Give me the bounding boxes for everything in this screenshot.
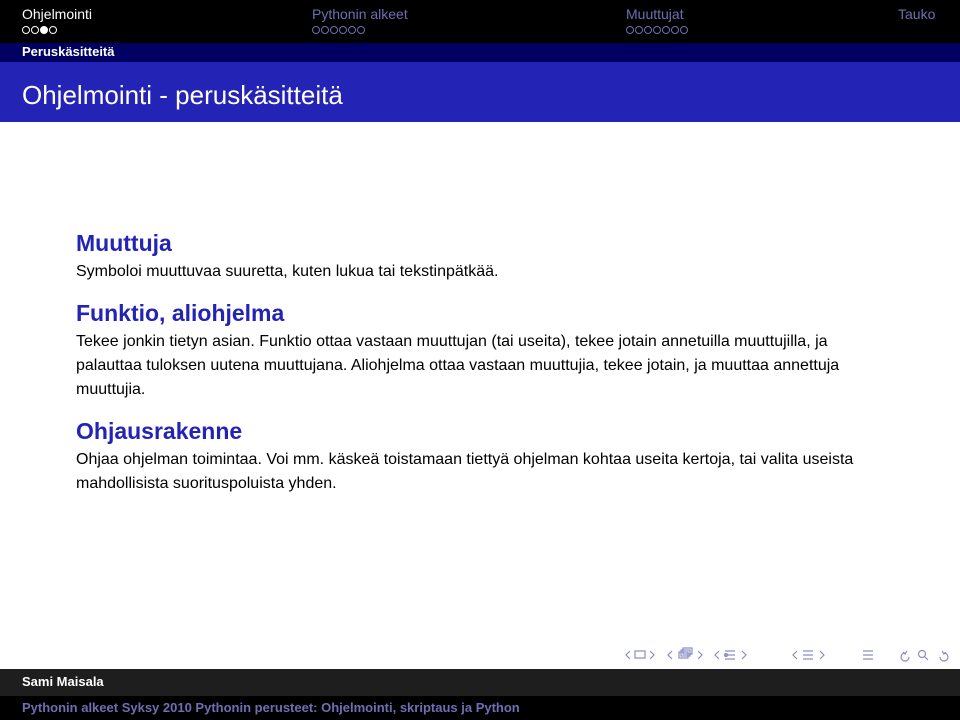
section-icon[interactable] (803, 650, 813, 660)
slide-dot[interactable] (22, 26, 30, 34)
slide-dot[interactable] (644, 26, 652, 34)
previous-section-icon[interactable] (792, 650, 798, 660)
footer-title-bar: Pythonin alkeet Syksy 2010 Pythonin peru… (0, 696, 960, 720)
block-title-funktio: Funktio, aliohjelma (76, 300, 285, 326)
back-icon[interactable] (900, 650, 910, 662)
block-title-muuttuja: Muuttuja (76, 230, 172, 256)
slide-dot[interactable] (671, 26, 679, 34)
frame-title-bar: Ohjelmointi - peruskäsitteitä (0, 62, 960, 122)
previous-frame-icon[interactable] (667, 650, 673, 660)
subsection-bar: Peruskäsitteitä (0, 43, 960, 62)
block-body-ohjausrakenne: Ohjaa ohjelman toimintaa. Voi mm. käskeä… (76, 451, 854, 492)
slide-dot[interactable] (339, 26, 347, 34)
footer-title: Pythonin alkeet Syksy 2010 Pythonin peru… (22, 700, 520, 715)
subsection-label: Peruskäsitteitä (22, 44, 115, 59)
slide-dot[interactable] (330, 26, 338, 34)
nav-dots-pythonin-alkeet (312, 26, 365, 38)
frame-title: Ohjelmointi - peruskäsitteitä (22, 80, 343, 110)
subsection-icon[interactable] (723, 650, 736, 660)
nav-section-muuttujat[interactable]: Muuttujat (626, 6, 684, 22)
current-slide-dot[interactable] (40, 26, 48, 34)
slide-icon[interactable] (634, 650, 646, 659)
slide-dot[interactable] (662, 26, 670, 34)
frame-icon[interactable] (678, 647, 693, 659)
nav-section-tauko[interactable]: Tauko (898, 6, 935, 22)
forward-icon[interactable] (939, 650, 949, 662)
next-section-icon[interactable] (819, 650, 825, 660)
nav-dots-muuttujat (626, 26, 688, 38)
slide-dot[interactable] (635, 26, 643, 34)
slide-dot[interactable] (31, 26, 39, 34)
nav-section-ohjelmointi[interactable]: Ohjelmointi (22, 6, 92, 22)
section-navigation-bar: Ohjelmointi Pythonin alkeet Muuttujat Ta… (0, 0, 960, 43)
previous-slide-icon[interactable] (625, 650, 631, 660)
nav-section-pythonin-alkeet[interactable]: Pythonin alkeet (312, 6, 408, 22)
slide-dot[interactable] (680, 26, 688, 34)
footer-author: Sami Maisala (22, 674, 104, 689)
footer-author-bar: Sami Maisala (0, 669, 960, 696)
search-icon[interactable] (917, 649, 929, 661)
slide-dot[interactable] (348, 26, 356, 34)
beamer-navigation-symbols (625, 647, 949, 662)
document-icon[interactable] (863, 650, 873, 660)
slide-dot[interactable] (626, 26, 634, 34)
previous-subsection-icon[interactable] (714, 650, 720, 660)
next-frame-icon[interactable] (697, 650, 703, 660)
block-title-ohjausrakenne: Ohjausrakenne (76, 418, 243, 444)
block-body-funktio: Tekee jonkin tietyn asian. Funktio ottaa… (76, 333, 840, 398)
slide-dot[interactable] (312, 26, 320, 34)
next-slide-icon[interactable] (649, 650, 655, 660)
nav-dots-ohjelmointi (22, 26, 57, 38)
slide-content: Muuttuja Symboloi muuttuvaa suuretta, ku… (76, 228, 876, 510)
slide-dot[interactable] (357, 26, 365, 34)
slide-dot[interactable] (49, 26, 57, 34)
slide-dot[interactable] (321, 26, 329, 34)
next-subsection-icon[interactable] (741, 650, 747, 660)
slide-dot[interactable] (653, 26, 661, 34)
block-body-muuttuja: Symboloi muuttuvaa suuretta, kuten lukua… (76, 263, 499, 280)
